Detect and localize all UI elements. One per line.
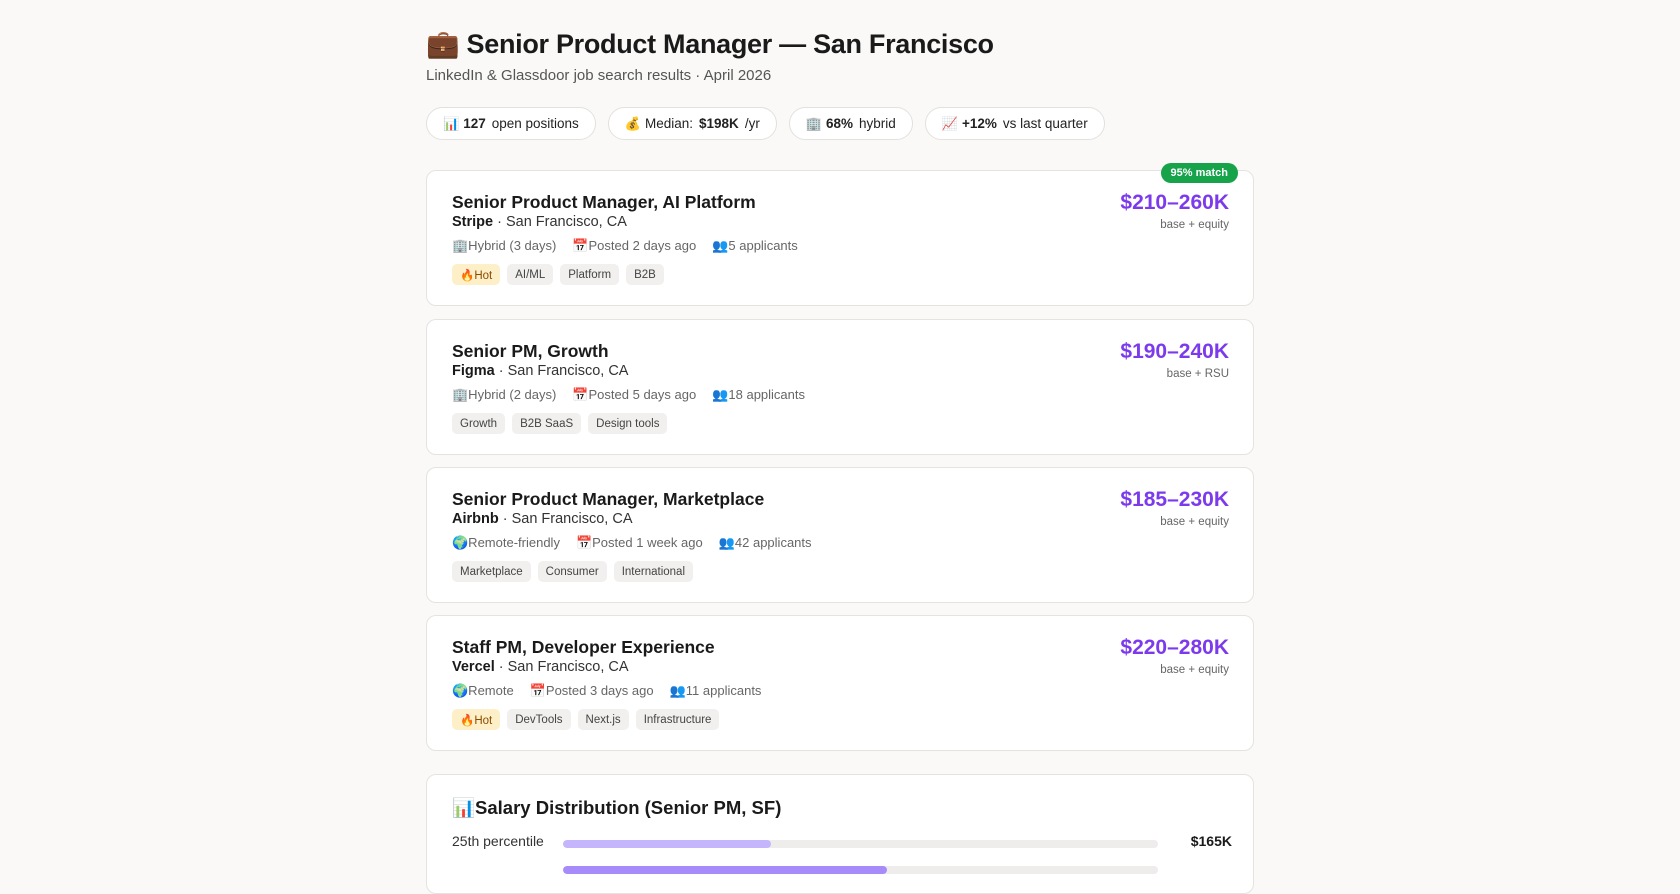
applicant-count: 👥42 applicants <box>718 535 812 550</box>
stat-median-salary[interactable]: 💰 Median: $198K /yr <box>607 107 777 140</box>
salary-distribution-card: 📊Salary Distribution (Senior PM, SF) 25t… <box>426 774 1254 894</box>
job-meta: 🏢Hybrid (2 days) 📅Posted 5 days ago 👥18 … <box>452 387 805 403</box>
applicant-count: 👥5 applicants <box>712 238 798 253</box>
job-card-airbnb[interactable]: Senior Product Manager, Marketplace Airb… <box>426 467 1254 603</box>
job-tags: Marketplace Consumer International <box>452 561 693 582</box>
trending-up-icon: 📈 <box>941 115 958 131</box>
tag[interactable]: Growth <box>452 413 506 434</box>
tag[interactable]: DevTools <box>507 709 571 730</box>
distribution-value: $165K <box>1190 833 1232 849</box>
tag[interactable]: Consumer <box>537 561 607 582</box>
salary-note: base + RSU <box>1166 368 1229 380</box>
job-company-line: Vercel · San Francisco, CA <box>452 659 629 675</box>
job-title[interactable]: Staff PM, Developer Experience <box>452 637 715 658</box>
distribution-title: 📊Salary Distribution (Senior PM, SF) <box>452 797 782 818</box>
work-mode: 🌍Remote <box>452 683 514 698</box>
stat-growth[interactable]: 📈 +12% vs last quarter <box>924 107 1105 140</box>
stats-bar: 📊 127 open positions 💰 Median: $198K /yr… <box>426 107 1105 140</box>
bar-chart-icon: 📊 <box>443 115 460 131</box>
job-card-vercel[interactable]: Staff PM, Developer Experience Vercel · … <box>426 615 1254 751</box>
salary-range: $190–240K <box>1120 340 1229 363</box>
job-title[interactable]: Senior Product Manager, Marketplace <box>452 489 764 510</box>
job-tags: 🔥Hot DevTools Next.js Infrastructure <box>452 709 720 730</box>
distribution-track <box>563 840 1158 848</box>
job-title[interactable]: Senior PM, Growth <box>452 341 609 362</box>
job-location: · San Francisco, CA <box>502 511 633 527</box>
job-tags: 🔥Hot AI/ML Platform B2B <box>452 264 664 285</box>
salary-range: $220–280K <box>1120 636 1229 659</box>
posted-date: 📅Posted 1 week ago <box>575 535 703 550</box>
job-tags: Growth B2B SaaS Design tools <box>452 413 668 434</box>
stat-label: hybrid <box>859 116 896 131</box>
distribution-track <box>563 866 1158 874</box>
job-company-line: Stripe · San Francisco, CA <box>452 214 627 230</box>
salary-note: base + equity <box>1160 219 1229 231</box>
job-meta: 🏢Hybrid (3 days) 📅Posted 2 days ago 👥5 a… <box>452 238 798 254</box>
salary-note: base + equity <box>1160 516 1229 528</box>
tag[interactable]: Infrastructure <box>635 709 720 730</box>
stat-label: vs last quarter <box>1002 116 1088 131</box>
tag[interactable]: Marketplace <box>452 561 531 582</box>
stat-value: 68% <box>826 116 854 131</box>
stat-hybrid[interactable]: 🏢 68% hybrid <box>788 107 913 140</box>
job-company-line: Figma · San Francisco, CA <box>452 363 628 379</box>
company-name[interactable]: Vercel <box>452 659 495 675</box>
salary-range: $185–230K <box>1120 488 1229 511</box>
distribution-fill <box>563 866 888 874</box>
match-badge: 95% match <box>1160 163 1238 183</box>
salary-range: $210–260K <box>1120 191 1229 214</box>
posted-date: 📅Posted 5 days ago <box>572 387 697 402</box>
job-meta: 🌍Remote-friendly 📅Posted 1 week ago 👥42 … <box>452 535 812 551</box>
tag-hot[interactable]: 🔥Hot <box>452 264 501 285</box>
money-bag-icon: 💰 <box>624 115 641 131</box>
distribution-label: 25th percentile <box>452 833 544 849</box>
tag[interactable]: International <box>613 561 693 582</box>
job-title[interactable]: Senior Product Manager, AI Platform <box>452 192 756 213</box>
tag[interactable]: Next.js <box>577 709 629 730</box>
tag-hot[interactable]: 🔥Hot <box>452 709 501 730</box>
stat-open-positions[interactable]: 📊 127 open positions <box>426 107 596 140</box>
distribution-row-median <box>452 859 1232 879</box>
job-location: · San Francisco, CA <box>498 659 629 675</box>
applicant-count: 👥18 applicants <box>712 387 805 402</box>
distribution-fill <box>563 840 772 848</box>
page-title: 💼 Senior Product Manager — San Francisco <box>426 29 994 59</box>
tag[interactable]: B2B <box>626 264 664 285</box>
job-meta: 🌍Remote 📅Posted 3 days ago 👥11 applicant… <box>452 683 761 699</box>
job-card-stripe[interactable]: 95% match Senior Product Manager, AI Pla… <box>426 163 1254 306</box>
stat-label: /yr <box>744 116 760 131</box>
company-name[interactable]: Stripe <box>452 214 493 230</box>
stat-value: 127 <box>463 116 486 131</box>
posted-date: 📅Posted 2 days ago <box>572 238 697 253</box>
stat-prefix: Median: <box>644 116 694 131</box>
posted-date: 📅Posted 3 days ago <box>529 683 654 698</box>
job-card-figma[interactable]: Senior PM, Growth Figma · San Francisco,… <box>426 319 1254 455</box>
work-mode: 🏢Hybrid (2 days) <box>452 387 557 402</box>
salary-note: base + equity <box>1160 664 1229 676</box>
job-company-line: Airbnb · San Francisco, CA <box>452 511 633 527</box>
tag[interactable]: Design tools <box>588 413 668 434</box>
office-building-icon: 🏢 <box>805 115 822 131</box>
stat-value: $198K <box>699 116 739 131</box>
work-mode: 🏢Hybrid (3 days) <box>452 238 557 253</box>
company-name[interactable]: Airbnb <box>452 511 499 527</box>
applicant-count: 👥11 applicants <box>669 683 762 698</box>
work-mode: 🌍Remote-friendly <box>452 535 560 550</box>
stat-value: +12% <box>962 116 997 131</box>
tag[interactable]: Platform <box>560 264 620 285</box>
stat-label: open positions <box>491 116 579 131</box>
tag[interactable]: AI/ML <box>507 264 554 285</box>
page-subtitle: LinkedIn & Glassdoor job search results … <box>426 67 772 84</box>
distribution-row-p25: 25th percentile $165K <box>452 833 1232 853</box>
company-name[interactable]: Figma <box>452 363 495 379</box>
job-location: · San Francisco, CA <box>498 363 629 379</box>
tag[interactable]: B2B SaaS <box>512 413 582 434</box>
job-location: · San Francisco, CA <box>497 214 627 230</box>
